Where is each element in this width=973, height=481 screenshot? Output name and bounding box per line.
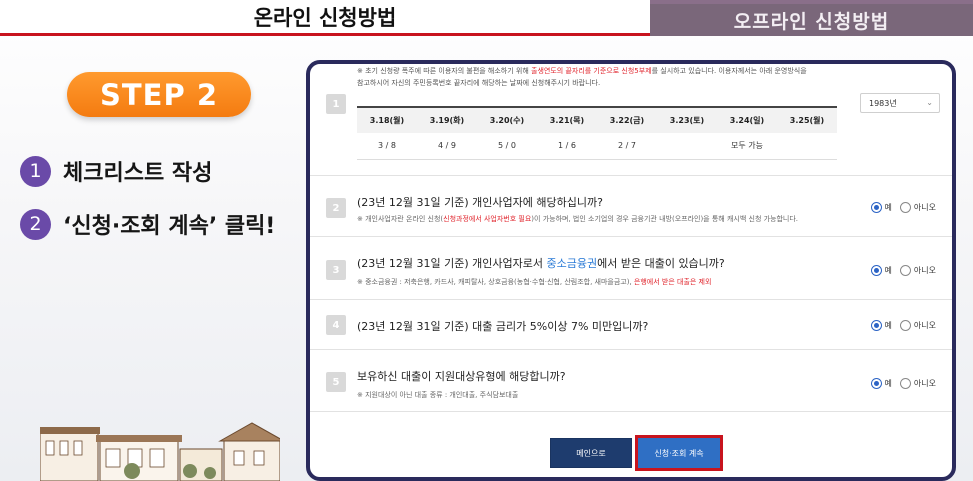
radio-label-yes: 예: [884, 203, 892, 212]
tab-offline-label: 오프라인 신청방법: [733, 10, 890, 33]
question-note-2: ※ 개인사업자란 온라인 신청(신청과정에서 사업자번호 필요)이 가능하며, …: [357, 214, 798, 224]
date-value-row: 3 / 8 4 / 9 5 / 0 1 / 6 2 / 7 모두 가능: [357, 133, 837, 160]
date-header: 3.22(금): [597, 106, 657, 133]
radio-checked-icon: [870, 265, 882, 276]
question-row-5: 5 보유하신 대출이 지원대상유형에 해당합니까? ※ 지원대상이 아닌 대출 …: [310, 350, 952, 412]
intro-text-line2: 참고하시어 자신의 주민등록번호 끝자리에 해당하는 날짜에 신청해주시기 바랍…: [357, 79, 601, 87]
radio-checked-icon: [870, 378, 882, 389]
intro-text-red: 출생연도의 끝자리를 기준으로 신청5부제: [531, 67, 652, 75]
date-header: 3.23(토): [657, 106, 717, 133]
date-all-available: 모두 가능: [657, 133, 837, 160]
go-main-button[interactable]: 메인으로: [550, 438, 632, 468]
radio-no-2[interactable]: 아니오: [899, 202, 936, 213]
date-digits: 1 / 6: [537, 133, 597, 160]
radio-checked-icon: [870, 202, 882, 213]
radio-label-no: 아니오: [913, 321, 936, 330]
question-row-4: 4 (23년 12월 31일 기준) 대출 금리가 5%이상 7% 미만입니까?…: [310, 300, 952, 350]
radio-unchecked-icon: [899, 265, 911, 276]
date-header: 3.21(목): [537, 106, 597, 133]
radio-no-3[interactable]: 아니오: [899, 265, 936, 276]
checklist-form-card: ※ 초기 신청량 폭주에 따른 이용자의 불편을 해소하기 위해 출생연도의 끝…: [306, 60, 956, 481]
date-header: 3.18(월): [357, 106, 417, 133]
radio-label-yes: 예: [884, 266, 892, 275]
step-text-1: 체크리스트 작성: [63, 161, 213, 186]
question-number-3: 3: [326, 260, 346, 280]
title-highlight: 중소금융권: [546, 257, 598, 270]
radio-label-yes: 예: [884, 379, 892, 388]
tab-offline-method[interactable]: 오프라인 신청방법: [650, 0, 973, 36]
radio-unchecked-icon: [899, 320, 911, 331]
date-header: 3.25(월): [777, 106, 837, 133]
radio-group-5: 예 아니오: [863, 378, 936, 389]
radio-checked-icon: [870, 320, 882, 331]
step-number-2: 2: [20, 208, 51, 240]
question-note-5: ※ 지원대상이 아닌 대출 종류 : 개인대출, 주식담보대출: [357, 391, 519, 399]
question-number-4: 4: [326, 315, 346, 335]
chevron-down-icon: ⌄: [926, 98, 933, 107]
question-row-1: ※ 초기 신청량 폭주에 따른 이용자의 불편을 해소하기 위해 출생연도의 끝…: [310, 64, 952, 176]
question-number-2: 2: [326, 198, 346, 218]
title-text: 에서 받은 대출이 있습니까?: [597, 257, 725, 270]
continue-application-button[interactable]: 신청·조회 계속: [635, 435, 723, 471]
date-header: 3.24(일): [717, 106, 777, 133]
date-header: 3.19(화): [417, 106, 477, 133]
date-digits: 5 / 0: [477, 133, 537, 160]
note-highlight: 은행에서 받은 대출은 제외: [633, 278, 712, 286]
question-row-2: 2 (23년 12월 31일 기준) 개인사업자에 해당하십니까? ※ 개인사업…: [310, 176, 952, 237]
radio-unchecked-icon: [899, 378, 911, 389]
date-header-row: 3.18(월) 3.19(화) 3.20(수) 3.21(목) 3.22(금) …: [357, 106, 837, 133]
question-title-2: (23년 12월 31일 기준) 개인사업자에 해당하십니까?: [357, 196, 603, 209]
birth-year-value: 1983년: [869, 98, 897, 108]
radio-unchecked-icon: [899, 202, 911, 213]
radio-label-no: 아니오: [913, 203, 936, 212]
question-title-4: (23년 12월 31일 기준) 대출 금리가 5%이상 7% 미만입니까?: [357, 320, 649, 333]
date-header: 3.20(수): [477, 106, 537, 133]
radio-no-4[interactable]: 아니오: [899, 320, 936, 331]
radio-yes-2[interactable]: 예: [870, 202, 892, 213]
note-text: )이 가능하며, 법인 소기업의 경우 금융기관 내방(오프라인)을 통해 캐시…: [531, 215, 799, 223]
intro-text-b: 를 실시하고 있습니다. 이용자께서는 아래 운영방식을: [651, 67, 807, 75]
question-title-3: (23년 12월 31일 기준) 개인사업자로서 중소금융권에서 받은 대출이 …: [357, 255, 725, 271]
date-schedule-table: 3.18(월) 3.19(화) 3.20(수) 3.21(목) 3.22(금) …: [357, 106, 837, 160]
radio-yes-3[interactable]: 예: [870, 265, 892, 276]
question-number-5: 5: [326, 372, 346, 392]
step-item-2: 2 ‘신청·조회 계속’ 클릭!: [20, 208, 275, 240]
note-text: ※ 중소금융권 : 저축은행, 카드사, 캐피탈사, 상호금융(농협·수협·신협…: [357, 278, 634, 286]
step-badge: STEP 2: [67, 72, 251, 117]
tab-online-label: 온라인 신청방법: [253, 5, 397, 30]
birth-year-select[interactable]: 1983년 ⌄: [860, 93, 940, 113]
radio-no-5[interactable]: 아니오: [899, 378, 936, 389]
date-digits: 4 / 9: [417, 133, 477, 160]
radio-label-no: 아니오: [913, 379, 936, 388]
radio-yes-4[interactable]: 예: [870, 320, 892, 331]
question-note-3: ※ 중소금융권 : 저축은행, 카드사, 캐피탈사, 상호금융(농협·수협·신협…: [357, 277, 711, 287]
title-text: (23년 12월 31일 기준) 개인사업자로서: [357, 257, 547, 270]
radio-group-2: 예 아니오: [863, 202, 936, 213]
question-row-3: 3 (23년 12월 31일 기준) 개인사업자로서 중소금융권에서 받은 대출…: [310, 237, 952, 300]
intro-text-a: ※ 초기 신청량 폭주에 따른 이용자의 불편을 해소하기 위해: [357, 67, 532, 75]
radio-label-no: 아니오: [913, 266, 936, 275]
radio-group-3: 예 아니오: [863, 265, 936, 276]
town-illustration: [40, 422, 280, 481]
question-number-1: 1: [326, 94, 346, 114]
radio-label-yes: 예: [884, 321, 892, 330]
step-text-2: ‘신청·조회 계속’ 클릭!: [63, 214, 276, 239]
tab-online-method[interactable]: 온라인 신청방법: [0, 0, 650, 36]
radio-group-4: 예 아니오: [863, 320, 936, 331]
intro-notice: ※ 초기 신청량 폭주에 따른 이용자의 불편을 해소하기 위해 출생연도의 끝…: [357, 65, 857, 89]
tab-bar: 온라인 신청방법 오프라인 신청방법: [0, 0, 973, 36]
step-item-1: 1 체크리스트 작성: [20, 155, 212, 187]
radio-yes-5[interactable]: 예: [870, 378, 892, 389]
question-title-5: 보유하신 대출이 지원대상유형에 해당합니까?: [357, 370, 566, 383]
note-highlight: 신청과정에서 사업자번호 필요: [443, 215, 532, 223]
note-text: ※ 개인사업자란 온라인 신청(: [357, 215, 444, 223]
date-digits: 2 / 7: [597, 133, 657, 160]
step-number-1: 1: [20, 155, 51, 187]
date-digits: 3 / 8: [357, 133, 417, 160]
